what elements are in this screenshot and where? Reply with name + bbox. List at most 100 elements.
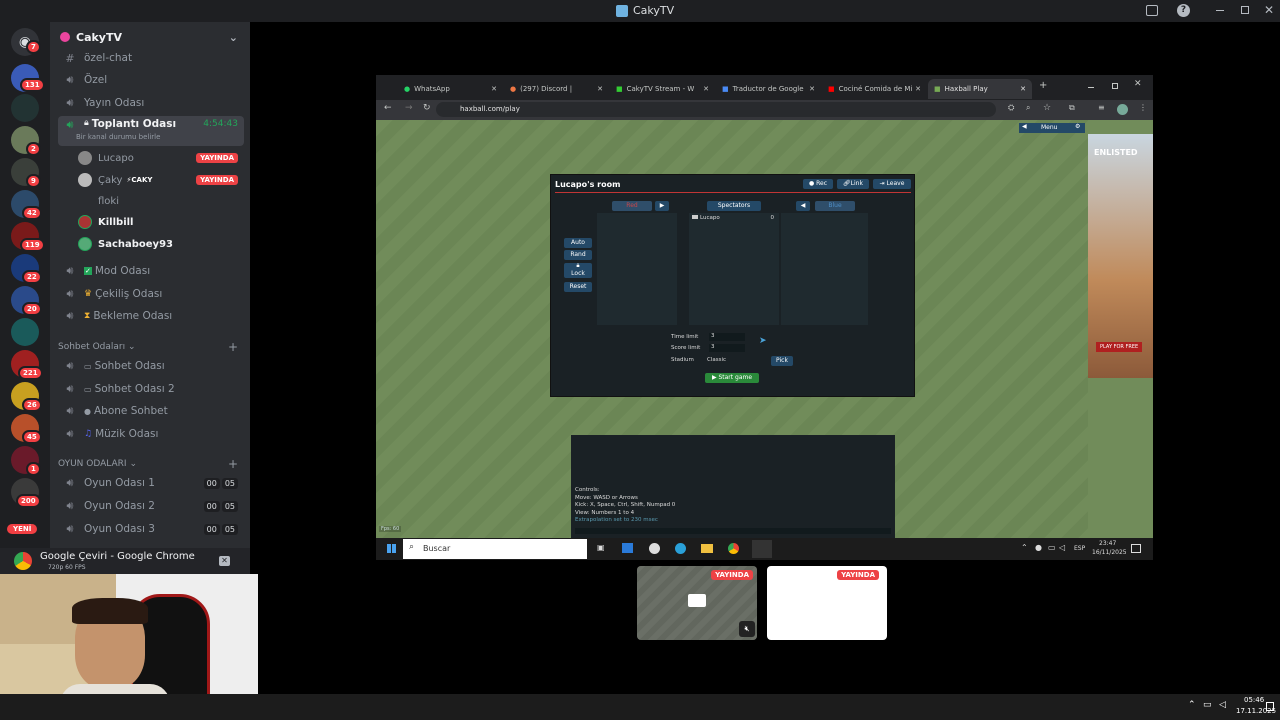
close-icon[interactable]: ✕	[1134, 79, 1142, 89]
tab-discord[interactable]: ● (297) Discord | ✕	[504, 79, 609, 99]
close-tab-icon[interactable]: ✕	[809, 85, 815, 93]
edge-icon[interactable]	[675, 543, 686, 554]
channel-ozel[interactable]: 🔊︎ Özel	[58, 70, 244, 90]
new-tab-icon[interactable]: +	[1039, 80, 1047, 91]
mute-icon[interactable]: 🔇︎	[739, 621, 755, 637]
clock-time[interactable]: 05:46	[1244, 696, 1264, 704]
chat-input[interactable]	[575, 528, 891, 534]
stream-thumbnail[interactable]: YAYINDA 🔇︎	[637, 566, 757, 640]
tab-translate[interactable]: ■ Traductor de Google ✕	[716, 79, 821, 99]
channel-ozel-chat[interactable]: # özel-chat	[58, 48, 244, 68]
help-icon[interactable]: ?	[1177, 4, 1190, 17]
chrome-menu-icon[interactable]: ⋮	[1139, 103, 1147, 112]
reload-icon[interactable]: ↻	[423, 103, 431, 113]
tab-cakytv[interactable]: ■ CakyTV Stream - W ✕	[610, 79, 715, 99]
spectator-list[interactable]: Lucapo 0	[689, 213, 779, 325]
channel-abone-sohbet[interactable]: 🔊︎ ● Abone Sohbet	[58, 401, 244, 421]
extensions-icon[interactable]: ⧉	[1069, 103, 1075, 113]
link-button[interactable]: 🔗︎Link	[837, 179, 869, 189]
close-icon[interactable]: ✕	[1264, 3, 1274, 17]
notification-icon[interactable]	[1131, 544, 1141, 553]
category-sohbet[interactable]: Sohbet Odaları ⌄	[58, 342, 136, 352]
minimize-icon[interactable]	[1088, 87, 1094, 88]
tab-youtube[interactable]: ■ Cociné Comida de Mi ✕	[822, 79, 927, 99]
reset-button[interactable]: Reset	[564, 282, 592, 292]
auto-button[interactable]: Auto	[564, 238, 592, 248]
channel-bekleme-odasi[interactable]: 🔊︎ ⧗ Bekleme Odası	[58, 306, 244, 326]
chrome-icon[interactable]	[728, 543, 739, 554]
tab-search-icon[interactable]: ≡	[1098, 103, 1105, 112]
rec-button[interactable]: ● Rec	[803, 179, 833, 189]
tray-chevron-icon[interactable]: ⌃	[1188, 700, 1196, 710]
start-game-button[interactable]: ▶ Start game	[705, 373, 759, 383]
clock-date[interactable]: 16/11/2025	[1092, 549, 1127, 556]
close-tab-icon[interactable]: ✕	[915, 85, 921, 93]
channel-cekilis-odasi[interactable]: 🔊︎ ♛ Çekiliş Odası	[58, 284, 244, 304]
app-icon[interactable]	[649, 543, 660, 554]
bookmark-star-icon[interactable]: ☆	[1043, 103, 1051, 113]
voice-member[interactable]: Lucapo YAYINDA	[78, 148, 244, 168]
leave-button[interactable]: ⇥ Leave	[873, 179, 911, 189]
rand-button[interactable]: Rand	[564, 250, 592, 260]
pick-button[interactable]: Pick	[771, 356, 793, 366]
chrome-active-icon[interactable]	[752, 540, 772, 558]
voice-member[interactable]: Killbill	[78, 212, 244, 232]
category-oyun[interactable]: OYUN ODALARI ⌄	[58, 459, 137, 469]
close-tab-icon[interactable]: ✕	[597, 85, 603, 93]
red-team-list[interactable]	[597, 213, 677, 325]
channel-sohbet-1[interactable]: 🔊︎ ▭ Sohbet Odası	[58, 356, 244, 376]
stream-status-bar[interactable]: Google Çeviri - Google Chrome 720p 60 FP…	[0, 548, 250, 574]
folder-icon[interactable]	[701, 544, 713, 553]
forward-icon[interactable]: →	[405, 103, 413, 113]
move-left-icon[interactable]: ◀	[796, 201, 810, 211]
close-tab-icon[interactable]: ✕	[1020, 85, 1026, 93]
close-tab-icon[interactable]: ✕	[703, 85, 709, 93]
mic-icon[interactable]: ●	[1035, 543, 1042, 552]
store-icon[interactable]	[622, 543, 633, 553]
windows-start-icon[interactable]	[387, 544, 396, 553]
player-row[interactable]: Lucapo 0	[692, 215, 776, 224]
menu-button[interactable]: Menu	[1041, 124, 1057, 131]
voice-member[interactable]: Sachaboey93	[78, 234, 244, 254]
channel-yayin-odasi[interactable]: 🔊︎ Yayın Odası	[58, 93, 244, 113]
ad-cta-button[interactable]: PLAY FOR FREE	[1096, 342, 1143, 352]
channel-oyun-3[interactable]: 🔊︎ Oyun Odası 3 00 05	[58, 519, 244, 539]
score-limit-select[interactable]: 3	[709, 344, 745, 352]
channel-status[interactable]: Bir kanal durumu belirle	[76, 133, 160, 141]
volume-icon[interactable]: ◁	[1059, 543, 1065, 552]
minimize-icon[interactable]	[1216, 10, 1224, 11]
channel-mod-odasi[interactable]: 🔊︎ ✓ Mod Odası	[58, 261, 244, 281]
voice-member[interactable]: Çaky ⚡CAKY YAYINDA	[78, 170, 244, 190]
channel-sohbet-2[interactable]: 🔊︎ ▭ Sohbet Odası 2	[58, 379, 244, 399]
close-tab-icon[interactable]: ✕	[491, 85, 497, 93]
inbox-icon[interactable]	[1146, 5, 1158, 16]
back-icon[interactable]: ←	[384, 103, 392, 113]
taskbar-search[interactable]: ⌕ Buscar	[403, 539, 587, 559]
server-icon[interactable]	[11, 94, 39, 122]
language-indicator[interactable]: ESP	[1074, 545, 1085, 552]
arrow-left-icon[interactable]: ◀	[1022, 123, 1027, 130]
stream-thumbnail[interactable]: YAYINDA	[767, 566, 887, 640]
maximize-icon[interactable]	[1241, 6, 1249, 14]
profile-avatar[interactable]	[1117, 104, 1128, 115]
team-spectators-header[interactable]: Spectators	[707, 201, 761, 211]
notification-icon[interactable]	[1266, 702, 1274, 711]
blue-team-list[interactable]	[781, 213, 868, 325]
time-limit-select[interactable]: 3	[709, 333, 745, 341]
stop-stream-icon[interactable]: ✕	[219, 556, 230, 566]
volume-icon[interactable]: ◁	[1219, 700, 1226, 710]
team-blue-header[interactable]: Blue	[815, 201, 855, 211]
network-icon[interactable]: ▭	[1203, 700, 1212, 710]
channel-muzik-odasi[interactable]: 🔊︎ ♫ Müzik Odası	[58, 424, 244, 444]
channel-oyun-2[interactable]: 🔊︎ Oyun Odası 2 00 05	[58, 496, 244, 516]
tray-chevron-icon[interactable]: ⌃	[1021, 543, 1028, 552]
network-icon[interactable]: ▭	[1048, 543, 1056, 552]
channel-oyun-1[interactable]: 🔊︎ Oyun Odası 1 00 05	[58, 473, 244, 493]
address-bar[interactable]: haxball.com/play	[436, 102, 996, 117]
settings-icon[interactable]: ⚙	[1075, 123, 1080, 130]
clock-time[interactable]: 23:47	[1099, 540, 1116, 547]
zoom-icon[interactable]: ⌕	[1026, 103, 1030, 113]
server-icon[interactable]	[11, 318, 39, 346]
add-channel-icon[interactable]: +	[228, 457, 238, 471]
channel-toplanti-odasi[interactable]: 🔊︎ 🔒︎ Toplantı Odası 4:54:43 Bir kanal d…	[58, 116, 244, 146]
